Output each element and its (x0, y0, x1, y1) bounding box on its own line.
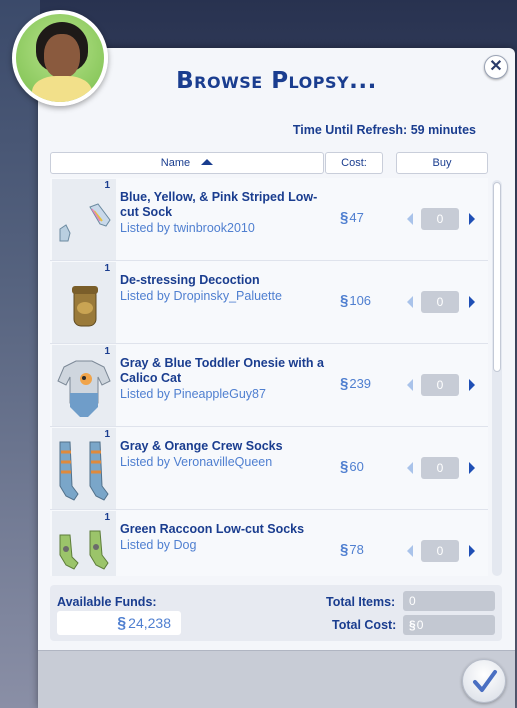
quantity-field[interactable]: 0 (421, 457, 459, 479)
close-icon[interactable]: ✕ (484, 55, 508, 79)
total-items-value: 0 (403, 591, 495, 611)
stack-count: 1 (104, 263, 110, 274)
list-item[interactable]: 1 Blue, Yellow, & Pink Striped Low-cut S… (50, 178, 488, 261)
seller-link[interactable]: Listed by twinbrook2010 (120, 220, 325, 236)
totals-panel: Available Funds: § 24,238 Total Items: 0 … (50, 585, 502, 641)
seller-link[interactable]: Listed by Dog (120, 537, 325, 553)
simoleon-symbol: § (117, 615, 127, 632)
simoleon-symbol: § (340, 209, 349, 226)
item-list[interactable]: 1 Blue, Yellow, & Pink Striped Low-cut S… (50, 178, 488, 576)
total-cost-amount: 0 (416, 618, 424, 632)
jar-icon: 1 (52, 262, 116, 343)
decrease-icon[interactable] (407, 213, 413, 225)
checkmark-icon (473, 670, 497, 692)
quantity-field[interactable]: 0 (421, 208, 459, 230)
item-name: Gray & Blue Toddler Onesie with a Calico… (120, 356, 324, 385)
quantity-stepper: 0 (407, 457, 477, 479)
quantity-stepper: 0 (407, 540, 477, 562)
item-cost: §106 (340, 292, 371, 309)
increase-icon[interactable] (469, 545, 475, 557)
avatar-face (44, 34, 80, 78)
scrollbar-thumb[interactable] (493, 182, 501, 372)
stack-count: 1 (104, 180, 110, 191)
game-background-left (0, 0, 40, 708)
decrease-icon[interactable] (407, 462, 413, 474)
decrease-icon[interactable] (407, 545, 413, 557)
seller-link[interactable]: Listed by VeronavilleQueen (120, 454, 325, 470)
sort-ascending-icon (201, 159, 214, 165)
cost-value: 239 (349, 376, 372, 391)
decrease-icon[interactable] (407, 379, 413, 391)
socks-icon: 1 (52, 179, 116, 260)
cost-value: 106 (349, 293, 372, 308)
crew-socks-icon: 1 (52, 428, 116, 509)
cost-header[interactable]: Cost: (325, 152, 383, 174)
seller-link[interactable]: Listed by Dropinsky_Paluette (120, 288, 325, 304)
decrease-icon[interactable] (407, 296, 413, 308)
list-item[interactable]: 1 Green Raccoon Low-cut Socks Listed by … (50, 510, 488, 576)
simoleon-symbol: § (340, 458, 349, 475)
available-funds-value: § 24,238 (57, 611, 181, 635)
stack-count: 1 (104, 512, 110, 523)
item-cost: §60 (340, 458, 364, 475)
increase-icon[interactable] (469, 462, 475, 474)
sim-avatar (12, 10, 108, 106)
cost-value: 78 (349, 542, 364, 557)
sort-by-name-header[interactable]: Name (50, 152, 324, 174)
stack-count: 1 (104, 346, 110, 357)
list-item[interactable]: 1 Gray & Orange Crew Socks Listed by Ver… (50, 427, 488, 510)
quantity-field[interactable]: 0 (421, 374, 459, 396)
name-header-label: Name (160, 157, 191, 169)
total-items-label: Total Items: (326, 595, 396, 609)
simoleon-symbol: § (340, 292, 349, 309)
simoleon-symbol: § (340, 375, 349, 392)
item-name: De-stressing Decoction (120, 273, 260, 287)
item-cost: §78 (340, 541, 364, 558)
list-item[interactable]: 1 Gray & Blue Toddler Onesie with a Cali… (50, 344, 488, 427)
buy-header: Buy (396, 152, 488, 174)
item-cost: §47 (340, 209, 364, 226)
item-name: Blue, Yellow, & Pink Striped Low-cut Soc… (120, 190, 318, 219)
cost-value: 47 (349, 210, 364, 225)
simoleon-symbol: § (340, 541, 349, 558)
increase-icon[interactable] (469, 296, 475, 308)
simoleon-symbol: § (409, 618, 416, 632)
total-cost-label: Total Cost: (332, 618, 397, 632)
increase-icon[interactable] (469, 213, 475, 225)
list-scrollbar[interactable] (492, 180, 502, 576)
cost-value: 60 (349, 459, 364, 474)
funds-amount: 24,238 (128, 615, 171, 631)
available-funds-label: Available Funds: (57, 595, 157, 609)
total-cost-value: §0 (403, 615, 495, 635)
socks-icon: 1 (52, 511, 116, 576)
quantity-field[interactable]: 0 (421, 291, 459, 313)
refresh-timer: Time Until Refresh: 59 minutes (292, 123, 476, 137)
quantity-field[interactable]: 0 (421, 540, 459, 562)
avatar-body (32, 76, 92, 102)
quantity-stepper: 0 (407, 374, 477, 396)
table-header: Name Cost: Buy (50, 152, 488, 174)
dialog-footer (38, 650, 515, 708)
stack-count: 1 (104, 429, 110, 440)
onesie-icon: 1 (52, 345, 116, 426)
quantity-stepper: 0 (407, 291, 477, 313)
confirm-purchase-button[interactable] (462, 659, 506, 703)
item-cost: §239 (340, 375, 371, 392)
item-name: Gray & Orange Crew Socks (120, 439, 283, 453)
list-item[interactable]: 1 De-stressing Decoction Listed by Dropi… (50, 261, 488, 344)
increase-icon[interactable] (469, 379, 475, 391)
dialog-title: Browse Plopsy... (176, 68, 377, 94)
quantity-stepper: 0 (407, 208, 477, 230)
seller-link[interactable]: Listed by PineappleGuy87 (120, 386, 325, 402)
item-name: Green Raccoon Low-cut Socks (120, 522, 305, 536)
